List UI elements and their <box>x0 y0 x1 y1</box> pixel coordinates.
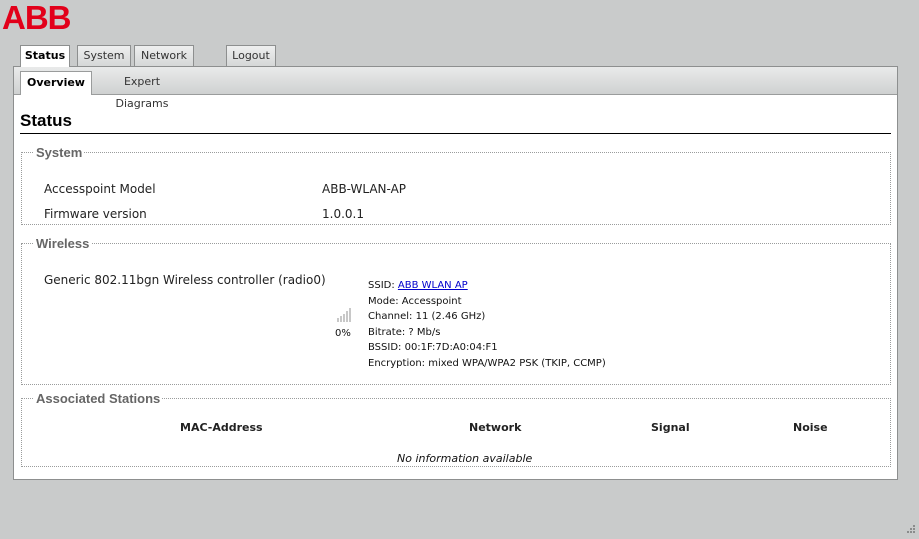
firmware-version-value: 1.0.0.1 <box>322 207 364 221</box>
subtab-bar: Overview Expert Diagrams <box>14 67 897 110</box>
accesspoint-model-value: ABB-WLAN-AP <box>322 182 407 196</box>
no-information-text: No information available <box>397 452 533 465</box>
associated-stations-section: Associated Stations MAC-Address Network … <box>21 391 891 467</box>
abb-logo: ABB <box>2 0 71 36</box>
wireless-legend: Wireless <box>36 236 90 251</box>
column-header-signal: Signal <box>651 421 690 434</box>
column-header-mac-address: MAC-Address <box>180 421 263 434</box>
tab-network[interactable]: Network <box>134 45 194 66</box>
bitrate-text: Bitrate: ? Mb/s <box>368 327 441 338</box>
ssid-label: SSID: <box>368 280 395 291</box>
content-panel: Overview Expert Diagrams Status System A… <box>13 66 898 480</box>
column-header-noise: Noise <box>793 421 828 434</box>
signal-strength-icon <box>336 307 352 326</box>
tab-system[interactable]: System <box>77 45 131 66</box>
page-title: Status <box>20 111 891 134</box>
wireless-device-name: Generic 802.11bgn Wireless controller (r… <box>44 273 326 287</box>
associated-stations-legend: Associated Stations <box>36 391 161 406</box>
bssid-text: BSSID: 00:1F:7D:A0:04:F1 <box>368 342 498 353</box>
signal-percent: 0% <box>335 328 351 339</box>
encryption-text: Encryption: mixed WPA/WPA2 PSK (TKIP, CC… <box>368 358 606 369</box>
channel-text: Channel: 11 (2.46 GHz) <box>368 311 486 322</box>
firmware-version-label: Firmware version <box>44 207 147 221</box>
wireless-section: Wireless Generic 802.11bgn Wireless cont… <box>21 236 891 385</box>
resize-grip-icon[interactable] <box>904 524 916 536</box>
tab-status[interactable]: Status <box>20 45 70 67</box>
system-section: System Accesspoint Model ABB-WLAN-AP Fir… <box>21 145 891 225</box>
ssid-link[interactable]: ABB WLAN AP <box>398 280 468 291</box>
ssid-row: SSID: ABB WLAN AP <box>368 280 468 291</box>
accesspoint-model-label: Accesspoint Model <box>44 182 156 196</box>
subtab-overview[interactable]: Overview <box>20 71 92 95</box>
system-legend: System <box>36 145 83 160</box>
subtab-expert-diagrams[interactable]: Expert Diagrams <box>98 71 186 110</box>
tab-logout[interactable]: Logout <box>226 45 276 66</box>
column-header-network: Network <box>469 421 522 434</box>
mode-text: Mode: Accesspoint <box>368 296 462 307</box>
